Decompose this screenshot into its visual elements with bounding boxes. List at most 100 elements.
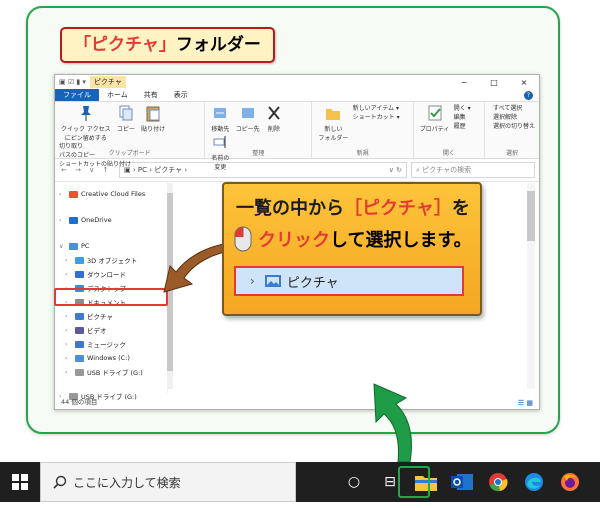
history-button[interactable]: 履歴: [454, 122, 471, 131]
edit-button[interactable]: 編集: [454, 113, 471, 122]
chrome-button[interactable]: [480, 462, 516, 502]
copy-button[interactable]: コピー: [117, 104, 135, 133]
sidebar-item[interactable]: › Creative Cloud Files: [59, 187, 145, 201]
pin-icon: [80, 106, 91, 121]
start-button[interactable]: [0, 462, 40, 502]
sidebar-item[interactable]: ∨ PC: [59, 239, 89, 253]
pictures-highlight-box: [54, 288, 168, 306]
status-item-count: 44 個の項目: [61, 398, 98, 406]
minimize-button[interactable]: −: [449, 78, 479, 87]
tab-home[interactable]: ホーム: [99, 90, 136, 100]
instruction-callout: 一覧の中から［ピクチャ］を クリックして選択します。 › ピクチャ: [222, 182, 482, 316]
ribbon-group-clipboard: クイック アクセス にピン留めする コピー 貼り付け 切り取り パスのコピー シ…: [55, 102, 206, 168]
address-bar[interactable]: ▣ › PC › ピクチャ › ∨ ↻: [119, 162, 407, 178]
sidebar-item[interactable]: › 3D オブジェクト: [65, 253, 137, 267]
windows-logo-icon: [12, 474, 28, 490]
folder-icon: [69, 242, 78, 250]
sidebar-item[interactable]: › OneDrive: [59, 213, 112, 227]
pin-quick-access-button[interactable]: クイック アクセス にピン留めする: [61, 104, 111, 142]
chevron-icon[interactable]: ›: [65, 271, 75, 278]
delete-button[interactable]: 削除: [266, 104, 282, 133]
cortana-button[interactable]: ○: [336, 462, 372, 502]
refresh-icon[interactable]: ∨ ↻: [389, 166, 402, 174]
sidebar-item-label: PC: [81, 242, 90, 250]
help-icon[interactable]: ?: [524, 90, 533, 100]
folder-icon: [75, 256, 84, 264]
folder-icon: [75, 354, 84, 362]
copy-to-button[interactable]: コピー先: [236, 104, 260, 133]
outlook-icon: [451, 474, 473, 490]
sidebar-item[interactable]: › ダウンロード: [65, 267, 126, 281]
paste-icon: [146, 106, 160, 122]
sidebar-item-label: ビデオ: [87, 327, 107, 335]
sidebar-item[interactable]: › Windows (C:): [65, 351, 130, 365]
ribbon-group-label: クリップボード: [108, 150, 151, 157]
sidebar-item-label: Windows (C:): [87, 354, 130, 362]
explorer-titlebar: ▣ ☑ ▮ ▾ ピクチャ − □ ×: [55, 75, 539, 89]
new-item-button[interactable]: 新しいアイテム ▾: [353, 104, 400, 113]
chevron-icon[interactable]: ∨: [59, 243, 69, 250]
folder-icon: [75, 340, 84, 348]
folder-icon: [75, 368, 84, 376]
search-icon: [53, 475, 67, 489]
copy-icon: [119, 105, 133, 121]
ribbon-group-select: すべて選択 選択解除 選択の切り替え 選択: [492, 104, 535, 157]
open-button[interactable]: 開く ▾: [454, 104, 471, 113]
properties-icon: [428, 105, 442, 121]
chevron-icon[interactable]: ›: [59, 191, 69, 198]
breadcrumb[interactable]: ▣ › PC › ピクチャ ›: [124, 165, 187, 175]
new-folder-button[interactable]: 新しい フォルダー: [318, 104, 348, 142]
folder-icon: [75, 270, 84, 278]
sidebar-item[interactable]: › ミュージック: [65, 337, 126, 351]
select-all-button[interactable]: すべて選択: [493, 104, 535, 113]
sidebar-item-label: USB ドライブ (G:): [87, 369, 143, 377]
search-input[interactable]: ⌕ ピクチャの検索: [411, 162, 535, 178]
taskbar-search-text: ここに入力して検索: [73, 475, 181, 490]
explorer-taskbar-highlight: [398, 466, 430, 498]
example-label: ピクチャ: [286, 275, 339, 291]
chevron-icon[interactable]: ›: [65, 327, 75, 334]
sidebar-item-label: Creative Cloud Files: [81, 190, 146, 198]
invert-selection-button[interactable]: 選択の切り替え: [493, 122, 535, 131]
chevron-icon[interactable]: ›: [65, 257, 75, 264]
delete-icon: [268, 106, 280, 120]
chevron-icon[interactable]: ›: [65, 369, 75, 376]
close-button[interactable]: ×: [509, 78, 539, 87]
sidebar-item-label: ピクチャ: [87, 313, 113, 321]
maximize-button[interactable]: □: [479, 78, 509, 87]
taskbar: ここに入力して検索 ○ ⊟: [0, 462, 600, 502]
properties-button[interactable]: プロパティ: [420, 104, 449, 133]
chevron-icon[interactable]: ›: [65, 355, 75, 362]
sidebar-item-label: 3D オブジェクト: [87, 257, 138, 265]
taskbar-search-box[interactable]: ここに入力して検索: [40, 462, 296, 502]
paste-shortcut-button[interactable]: ショートカットの貼り付け: [59, 160, 131, 169]
sidebar-item[interactable]: › USB ドライブ (G:): [65, 365, 143, 379]
chevron-icon[interactable]: ›: [65, 313, 75, 320]
edge-button[interactable]: [516, 462, 552, 502]
example-pictures-item: › ピクチャ: [234, 266, 464, 296]
view-toggle-icons[interactable]: ☰ ▦: [518, 399, 533, 407]
move-to-icon: [214, 108, 227, 118]
tab-file[interactable]: ファイル: [55, 89, 99, 101]
select-none-button[interactable]: 選択解除: [493, 113, 535, 122]
ribbon: クイック アクセス にピン留めする コピー 貼り付け 切り取り パスのコピー シ…: [55, 102, 539, 171]
mouse-icon: [234, 226, 252, 252]
tab-share[interactable]: 共有: [136, 90, 166, 100]
chevron-icon[interactable]: ›: [65, 341, 75, 348]
folder-icon: [75, 312, 84, 320]
outlook-button[interactable]: [444, 462, 480, 502]
sidebar-item[interactable]: › ビデオ: [65, 323, 107, 337]
tab-view[interactable]: 表示: [166, 90, 196, 100]
chrome-icon: [489, 473, 508, 492]
quick-access-toolbar[interactable]: ▣ ☑ ▮ ▾: [59, 78, 86, 86]
title-rest: フォルダー: [175, 35, 261, 55]
paste-button[interactable]: 貼り付け: [141, 104, 165, 133]
easy-access-button[interactable]: ショートカット ▾: [353, 113, 400, 122]
content-scrollbar-thumb[interactable]: [527, 191, 535, 241]
chevron-icon[interactable]: ›: [59, 217, 69, 224]
sidebar-item[interactable]: › ピクチャ: [65, 309, 113, 323]
firefox-button[interactable]: [552, 462, 588, 502]
folder-icon: [69, 216, 78, 224]
move-to-button[interactable]: 移動先: [211, 104, 229, 133]
content-scrollbar[interactable]: [527, 183, 535, 389]
